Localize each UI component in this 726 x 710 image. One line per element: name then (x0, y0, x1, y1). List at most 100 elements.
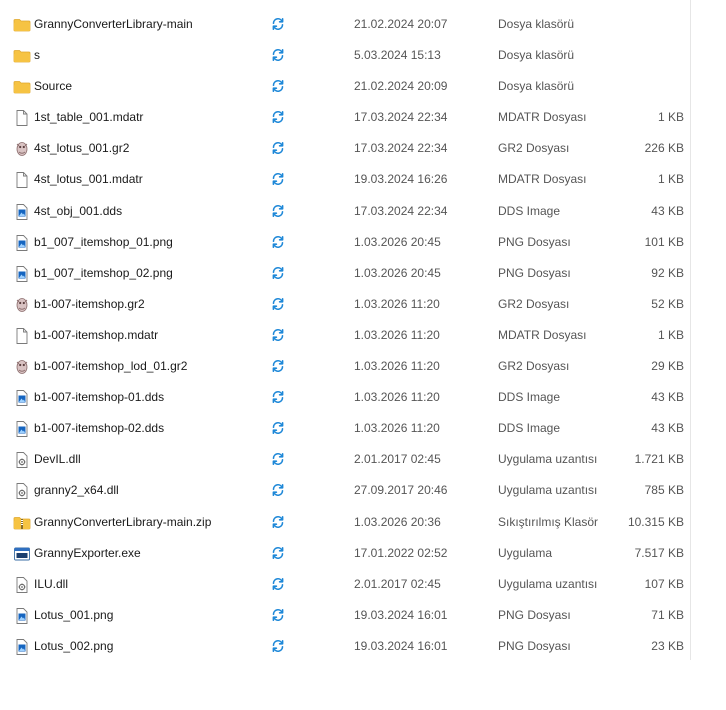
modified-date: 1.03.2026 11:20 (354, 296, 440, 311)
file-row[interactable]: b1-007-itemshop-02.dds 1.03.2026 11:20 DDS… (0, 413, 700, 444)
file-size: 107 KB (644, 576, 684, 591)
file-name: Lotus_002.png (34, 638, 114, 653)
file-type: MDATR Dosyası (498, 327, 587, 342)
modified-date: 1.03.2026 20:36 (354, 514, 441, 529)
file-type: DDS Image (498, 390, 561, 405)
image-icon (13, 234, 31, 252)
modified-date: 2.01.2017 02:45 (354, 452, 441, 467)
file-row[interactable]: 4st_lotus_001.gr2 17.03.2024 22:34 GR2 Dos… (0, 133, 700, 164)
file-size: 29 KB (651, 359, 684, 374)
sync-icon (271, 172, 285, 186)
file-name: s (34, 48, 40, 63)
file-name: b1_007_itemshop_01.png (34, 234, 173, 249)
modified-date: 27.09.2017 20:46 (354, 483, 448, 498)
file-row[interactable]: b1-007-itemshop.gr2 1.03.2026 11:20 GR2 Do… (0, 289, 700, 320)
file-size: 1 KB (657, 172, 684, 187)
image-icon (13, 203, 31, 221)
file-row[interactable]: GrannyConverterLibrary-main 21.02.2024 20… (0, 9, 700, 40)
file-size: 785 KB (644, 483, 684, 498)
file-type: Uygulama uzantısı (498, 452, 598, 467)
file-row[interactable]: Source 21.02.2024 20:09 Dosya klasörü (0, 71, 700, 102)
file-type: DDS Image (498, 203, 561, 218)
file-row[interactable]: GrannyConverterLibrary-main.zip 1.03.2026… (0, 507, 700, 538)
file-name: b1-007-itemshop_lod_01.gr2 (34, 359, 188, 374)
sync-icon (271, 297, 285, 311)
image-icon (13, 389, 31, 407)
file-name: b1-007-itemshop-01.dds (34, 390, 165, 405)
file-row[interactable]: 1st_table_001.mdatr 17.03.2024 22:34 MDATR… (0, 102, 700, 133)
file-type: Dosya klasörü (498, 79, 575, 94)
file-size: 43 KB (651, 421, 684, 436)
modified-date: 1.03.2026 11:20 (354, 359, 440, 374)
gr2-icon (13, 296, 31, 314)
file-size: 52 KB (651, 296, 684, 311)
image-icon (13, 607, 31, 625)
file-row[interactable]: 4st_obj_001.dds 17.03.2024 22:34 DDS Image… (0, 196, 700, 227)
file-size: 43 KB (651, 203, 684, 218)
file-row[interactable]: Lotus_002.png 19.03.2024 16:01 PNG Dosyası… (0, 631, 700, 662)
sync-icon (271, 452, 285, 466)
file-type: Dosya klasörü (498, 48, 575, 63)
modified-date: 5.03.2024 15:13 (354, 48, 441, 63)
file-name: 4st_lotus_001.gr2 (34, 141, 130, 156)
dll-icon (13, 451, 31, 469)
sync-icon (271, 328, 285, 342)
file-row[interactable]: b1_007_itemshop_01.png 1.03.2026 20:45 PNG… (0, 227, 700, 258)
file-list: GrannyConverterLibrary-main 21.02.2024 20… (0, 9, 700, 662)
file-name: GrannyExporter.exe (34, 545, 141, 560)
file-row[interactable]: Lotus_001.png 19.03.2024 16:01 PNG Dosyası… (0, 600, 700, 631)
image-icon (13, 265, 31, 283)
file-icon (13, 327, 31, 345)
file-size: 226 KB (644, 141, 684, 156)
sync-icon (271, 515, 285, 529)
file-row[interactable]: b1-007-itemshop_lod_01.gr2 1.03.2026 11:2… (0, 351, 700, 382)
file-name: Lotus_001.png (34, 607, 114, 622)
file-type: GR2 Dosyası (498, 296, 570, 311)
sync-icon (271, 266, 285, 280)
file-row[interactable]: b1-007-itemshop-01.dds 1.03.2026 11:20 DDS… (0, 382, 700, 413)
folder-icon (13, 78, 31, 96)
file-row[interactable]: 4st_lotus_001.mdatr 19.03.2024 16:26 MDATR… (0, 164, 700, 195)
modified-date: 1.03.2026 11:20 (354, 390, 440, 405)
file-name: 1st_table_001.mdatr (34, 110, 144, 125)
file-row[interactable]: granny2_x64.dll 27.09.2017 20:46 Uygulama … (0, 475, 700, 506)
file-row[interactable]: DevIL.dll 2.01.2017 02:45 Uygulama uzantıs… (0, 444, 700, 475)
file-name: DevIL.dll (34, 452, 81, 467)
gr2-icon (13, 358, 31, 376)
file-row[interactable]: ILU.dll 2.01.2017 02:45 Uygulama uzantısı 1… (0, 569, 700, 600)
file-row[interactable]: s 5.03.2024 15:13 Dosya klasörü (0, 40, 700, 71)
modified-date: 19.03.2024 16:26 (354, 172, 448, 187)
modified-date: 21.02.2024 20:09 (354, 79, 448, 94)
sync-icon (271, 390, 285, 404)
file-icon (13, 109, 31, 127)
file-type: PNG Dosyası (498, 638, 571, 653)
file-row[interactable]: b1_007_itemshop_02.png 1.03.2026 20:45 PNG… (0, 258, 700, 289)
file-name: granny2_x64.dll (34, 483, 119, 498)
sync-icon (271, 608, 285, 622)
file-name: b1-007-itemshop.mdatr (34, 327, 159, 342)
file-size: 43 KB (651, 390, 684, 405)
zip-folder-icon (13, 514, 31, 532)
file-type: Sıkıştırılmış Klasör (498, 514, 599, 529)
file-name: 4st_obj_001.dds (34, 203, 123, 218)
file-size: 1.721 KB (634, 452, 684, 467)
file-type: Uygulama uzantısı (498, 576, 598, 591)
sync-icon (271, 204, 285, 218)
modified-date: 21.02.2024 20:07 (354, 17, 448, 31)
modified-date: 1.03.2026 20:45 (354, 234, 441, 249)
sync-icon (271, 141, 285, 155)
file-size: 7.517 KB (634, 545, 684, 560)
file-size: 71 KB (651, 607, 684, 622)
file-row[interactable]: b1-007-itemshop.mdatr 1.03.2026 11:20 MDAT… (0, 320, 700, 351)
sync-icon (271, 639, 285, 653)
modified-date: 1.03.2026 11:20 (354, 327, 440, 342)
image-icon (13, 420, 31, 438)
sync-icon (271, 48, 285, 62)
file-row[interactable]: GrannyExporter.exe 17.01.2022 02:52 Uygula… (0, 538, 700, 569)
file-name: Source (34, 79, 73, 94)
modified-date: 1.03.2026 11:20 (354, 421, 440, 436)
file-type: Uygulama (498, 545, 553, 560)
file-icon (13, 171, 31, 189)
file-type: MDATR Dosyası (498, 110, 587, 125)
file-size: 101 KB (644, 234, 684, 249)
